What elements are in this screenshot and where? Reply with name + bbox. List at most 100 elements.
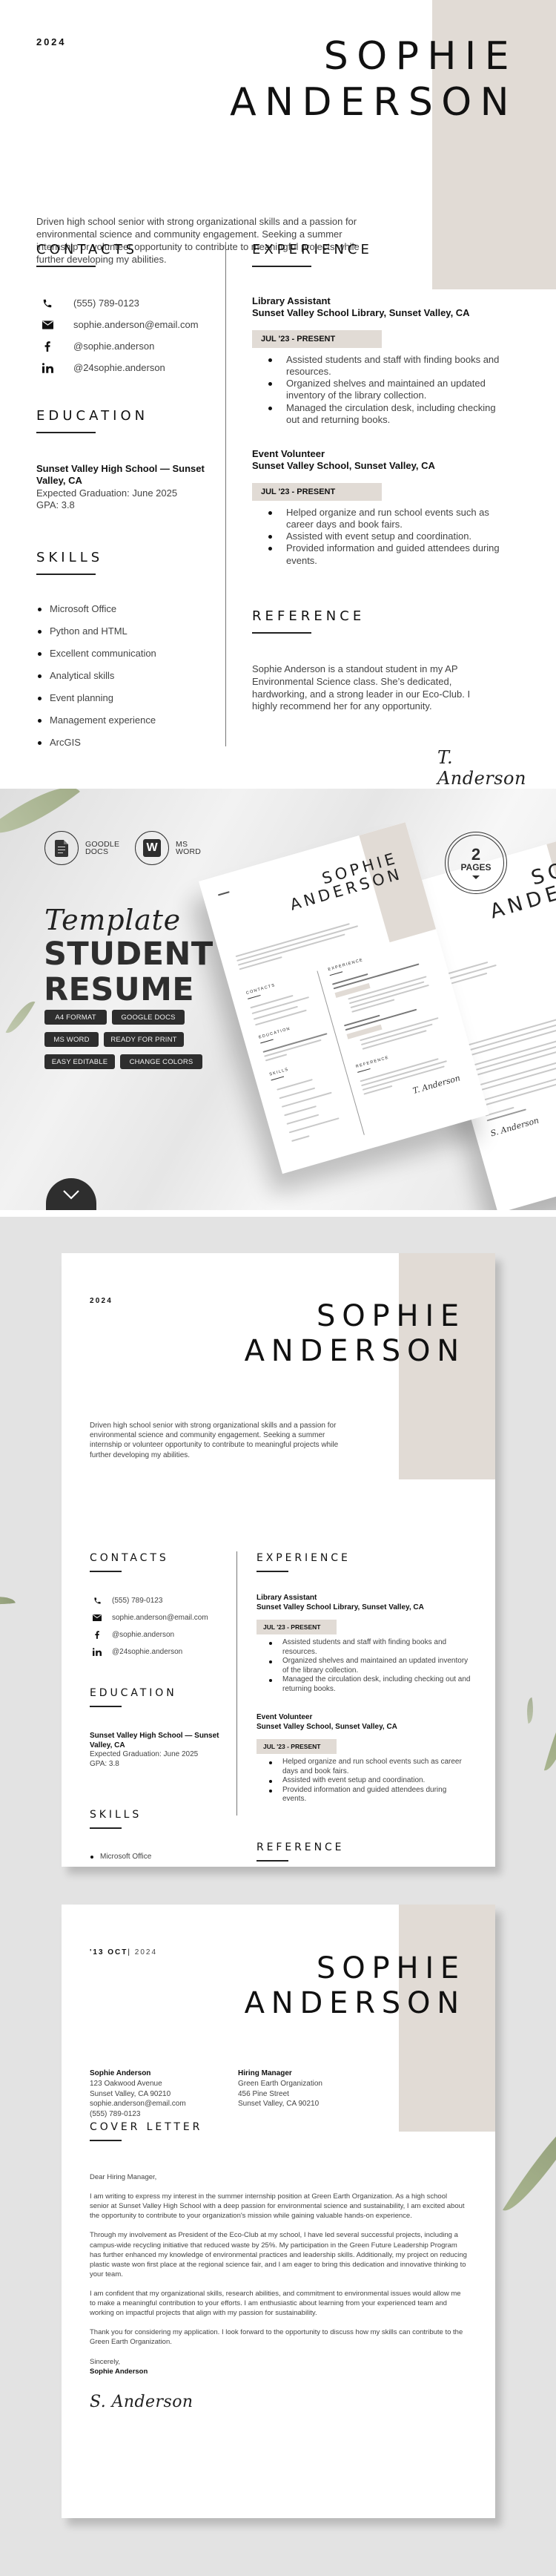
sender-address: Sophie Anderson 123 Oakwood Avenue Sunse… <box>90 2069 186 2120</box>
education-school: Sunset Valley High School — Sunset Valle… <box>36 463 205 487</box>
feature-tag: EASY EDITABLE <box>44 1054 115 1069</box>
contact-text[interactable]: (555) 789-0123 <box>73 298 139 309</box>
contacts-list: (555) 789-0123 sophie.anderson@email.com… <box>90 1592 231 1660</box>
education-graduation: Expected Graduation: June 2025 <box>90 1750 199 1758</box>
resume-year: 2024 <box>36 36 67 47</box>
cover-letter-body: COVER LETTER Dear Hiring Manager, I am w… <box>90 2121 468 2411</box>
contact-text[interactable]: @24sophie.anderson <box>112 1648 182 1656</box>
contacts-section: CONTACTS (555) 789-0123 sophie.anderson@… <box>36 242 214 378</box>
experience-item: Library Assistant Sunset Valley School L… <box>252 295 512 426</box>
contact-text[interactable]: @sophie.anderson <box>112 1631 174 1639</box>
job-bullets: Helped organize and run school events su… <box>257 1758 471 1804</box>
linkedin-icon <box>41 362 54 373</box>
first-name: SOPHIE <box>323 34 517 79</box>
section-rule <box>90 1827 122 1829</box>
letter-date: '13 OCT| 2024 <box>90 1948 157 1956</box>
section-rule <box>90 2140 122 2141</box>
feature-tag: MS WORD <box>44 1032 99 1047</box>
last-name: ANDERSON <box>230 80 517 125</box>
leaf-decoration <box>523 1697 537 1724</box>
section-title: REFERENCE <box>257 1841 345 1853</box>
section-title: SKILLS <box>90 1809 142 1821</box>
job-bullet: Assisted with event setup and coordinati… <box>268 530 512 542</box>
google-docs-badge: GOODLE DOCS <box>44 831 119 865</box>
address-line[interactable]: sophie.anderson@email.com <box>90 2099 186 2109</box>
skills-list: Microsoft Office Python and HTML Excelle… <box>90 1852 231 1867</box>
section-title: COVER LETTER <box>90 2121 203 2133</box>
contact-text[interactable]: @24sophie.anderson <box>73 362 165 373</box>
job-dates-badge: JUL '23 - PRESENT <box>252 329 383 348</box>
job-title: Event Volunteer <box>252 448 325 459</box>
address-line: Sunset Valley, CA 90210 <box>238 2100 320 2109</box>
last-name: ANDERSON <box>244 1334 466 1368</box>
format-label: DOCS <box>85 847 109 856</box>
resume-name: SOPHIE ANDERSON <box>245 1301 466 1366</box>
cover-letter-preview-page: '13 OCT| 2024 SOPHIE ANDERSON Sophie And… <box>62 1905 495 2518</box>
contact-text[interactable]: (555) 789-0123 <box>112 1597 162 1605</box>
section-title: CONTACTS <box>90 1552 169 1564</box>
phone-icon <box>41 298 54 309</box>
feature-tag: READY FOR PRINT <box>104 1032 184 1047</box>
address-line[interactable]: (555) 789-0123 <box>90 2109 186 2120</box>
leaf-decoration <box>503 2103 556 2221</box>
job-bullet: Provided information and guided attendee… <box>268 542 512 567</box>
section-rule <box>90 1706 122 1707</box>
education-graduation: Expected Graduation: June 2025 <box>36 487 178 499</box>
scroll-down-button[interactable] <box>46 1178 96 1210</box>
letter-paragraph: I am confident that my organizational sk… <box>90 2289 461 2318</box>
contact-text[interactable]: sophie.anderson@email.com <box>73 319 199 330</box>
job-bullet: Assisted with event setup and coordinati… <box>269 1776 471 1786</box>
experience-item: Event Volunteer Sunset Valley School, Su… <box>257 1713 471 1804</box>
contact-linkedin: @24sophie.anderson <box>90 1643 231 1660</box>
contact-text[interactable]: @sophie.anderson <box>73 341 154 352</box>
left-column: CONTACTS (555) 789-0123 sophie.anderson@… <box>90 1552 231 1867</box>
contact-text[interactable]: sophie.anderson@email.com <box>112 1614 208 1622</box>
education-gpa: GPA: 3.8 <box>90 1759 119 1768</box>
left-column: CONTACTS (555) 789-0123 sophie.anderson@… <box>36 242 214 759</box>
job-bullet: Provided information and guided attendee… <box>269 1786 471 1804</box>
job-bullet: Assisted students and staff with finding… <box>268 354 512 378</box>
leaf-decoration <box>5 996 36 1039</box>
job-bullet: Helped organize and run school events su… <box>269 1758 471 1776</box>
experience-item: Library Assistant Sunset Valley School L… <box>257 1594 471 1694</box>
facebook-icon <box>92 1631 102 1639</box>
last-name: ANDERSON <box>244 1986 466 2020</box>
first-name: SOPHIE <box>317 1299 466 1333</box>
preview-section: 2024 SOPHIE ANDERSON Driven high school … <box>0 1217 556 2576</box>
first-name: SOPHIE <box>317 1951 466 1985</box>
job-organization: Sunset Valley School, Sunset Valley, CA <box>252 460 435 472</box>
chevron-down-icon <box>63 1189 79 1200</box>
skill-item: ArcGIS <box>36 737 214 759</box>
skill-item: Microsoft Office <box>90 1852 231 1867</box>
contact-linkedin: @24sophie.anderson <box>36 357 214 378</box>
mockup-signature: T. Anderson <box>411 1073 462 1097</box>
contact-phone: (555) 789-0123 <box>36 292 214 314</box>
recipient-address: Hiring Manager Green Earth Organization … <box>238 2069 322 2109</box>
date-year: 2024 <box>134 1948 158 1956</box>
section-rule <box>252 266 311 267</box>
pages-count: 2 <box>471 845 481 864</box>
section-title: REFERENCE <box>252 608 365 624</box>
job-bullet: Managed the circulation desk, including … <box>268 402 512 427</box>
job-organization: Sunset Valley School Library, Sunset Val… <box>257 1603 424 1611</box>
pages-badge: 2 PAGES <box>445 832 507 894</box>
education-section: EDUCATION Sunset Valley High School — Su… <box>36 408 214 511</box>
section-title: EDUCATION <box>90 1687 177 1699</box>
resume-name: SOPHIE ANDERSON <box>230 37 517 122</box>
skill-item: Event planning <box>36 692 214 714</box>
promo-title-line1: STUDENT <box>44 936 214 973</box>
google-docs-icon <box>55 839 68 857</box>
letter-paragraph: Through my involvement as President of t… <box>90 2231 467 2278</box>
facebook-icon <box>41 341 54 352</box>
mockup-signature: S. Anderson <box>489 1115 540 1139</box>
skill-item: Python and HTML <box>36 625 214 648</box>
feature-tag: CHANGE COLORS <box>120 1054 202 1069</box>
sender-name: Sophie Anderson <box>90 2069 151 2077</box>
letter-greeting: Dear Hiring Manager, <box>90 2173 157 2181</box>
skill-item: Excellent communication <box>36 648 214 670</box>
education-school: Sunset Valley High School — Sunset Valle… <box>90 1732 219 1749</box>
contact-email: sophie.anderson@email.com <box>36 314 214 335</box>
job-title: Event Volunteer <box>257 1713 313 1721</box>
skills-section: SKILLS Microsoft Office Python and HTML … <box>90 1809 231 1867</box>
section-rule <box>257 1571 288 1572</box>
